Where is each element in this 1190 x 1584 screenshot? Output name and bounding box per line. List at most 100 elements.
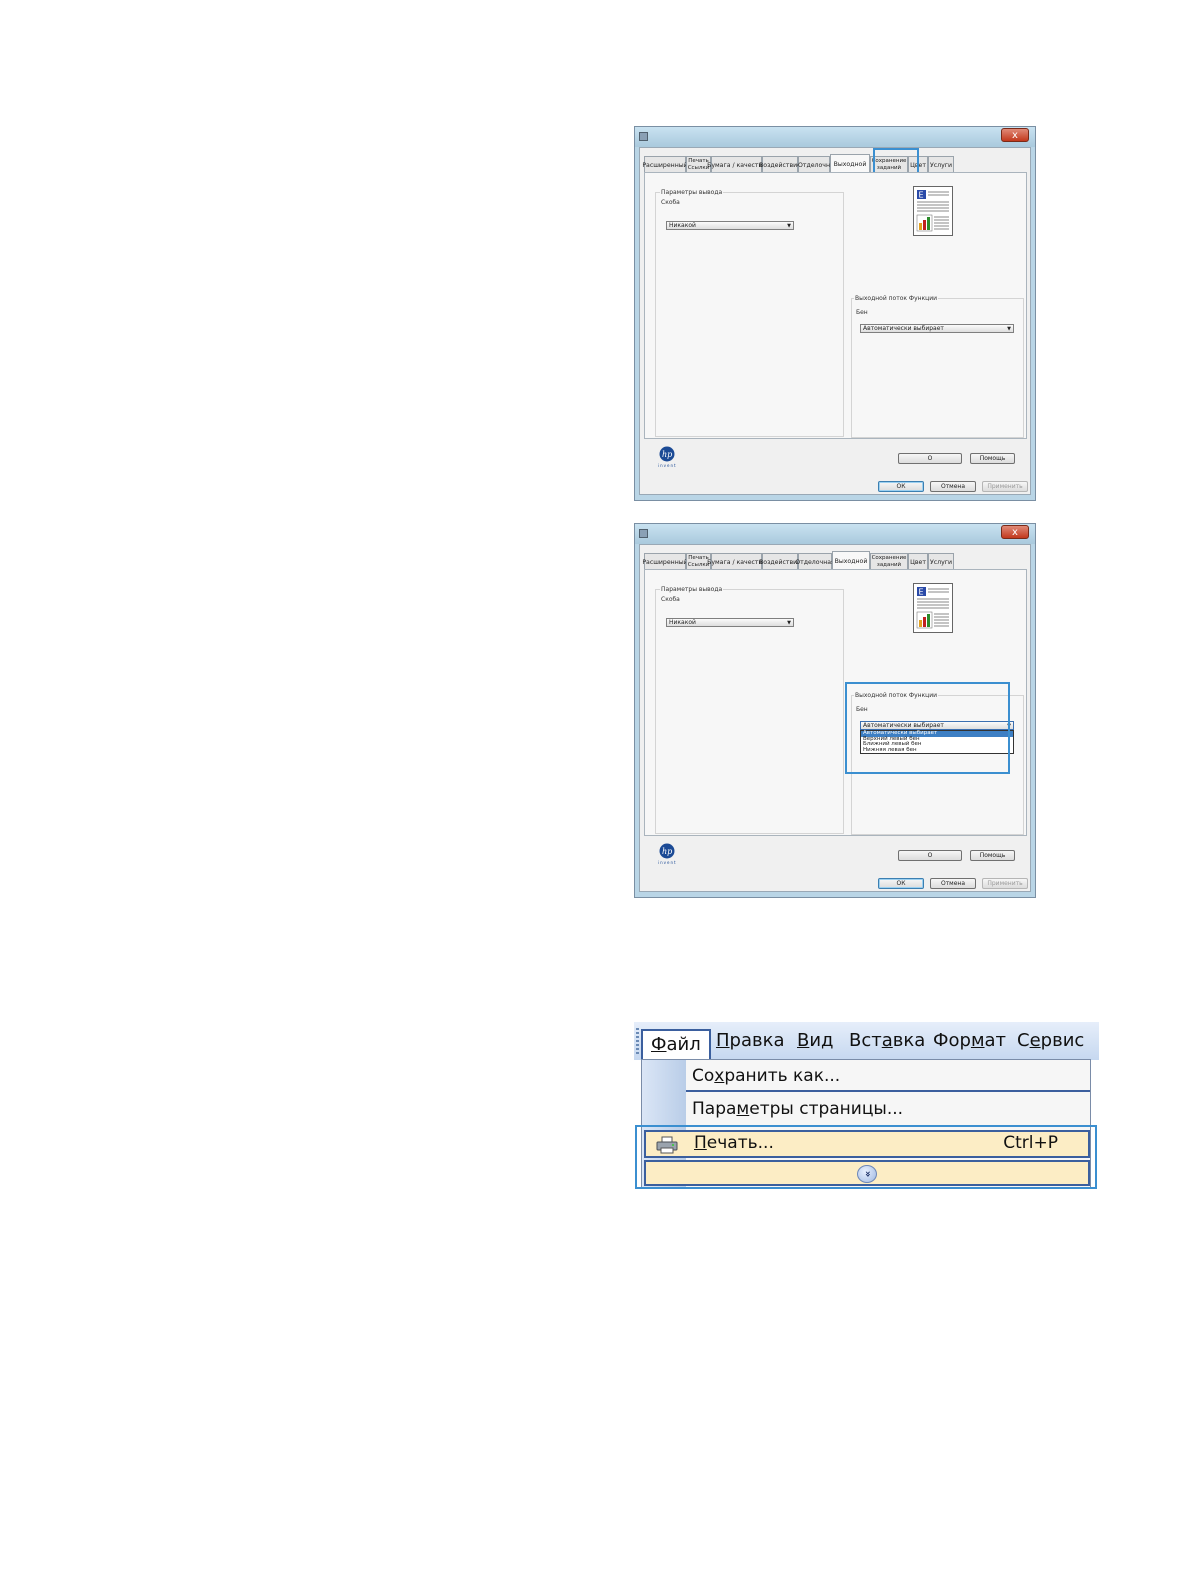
svg-text:E: E — [919, 191, 924, 200]
output-options-group: Параметры вывода Скоба Никакой ▼ — [655, 586, 844, 834]
stream-functions-highlight — [845, 682, 1010, 774]
output-stream-title: Выходной поток Функции — [854, 295, 939, 302]
help-button[interactable]: Помощь — [970, 850, 1015, 861]
tab-advanced[interactable]: Расширенный — [642, 156, 688, 173]
tab-effects[interactable]: Воздействие — [759, 156, 801, 173]
chevron-down-icon: ▼ — [787, 223, 791, 229]
title-bar[interactable]: x — [635, 524, 1035, 544]
save-as-post: ранить как... — [724, 1066, 841, 1086]
staple-value: Никакой — [669, 222, 696, 229]
page-setup-pre: Пара — [692, 1099, 737, 1119]
apply-button[interactable]: Применить — [982, 481, 1028, 492]
menu-format-pre: Фор — [933, 1030, 971, 1051]
bin-value: Автоматически выбирает — [863, 325, 944, 332]
printer-icon — [639, 529, 648, 538]
staple-select[interactable]: Никакой ▼ — [666, 221, 794, 230]
staple-label: Скоба — [661, 596, 680, 603]
menu-item-save-as[interactable]: Сохранить как... — [692, 1066, 840, 1086]
svg-text:E: E — [919, 588, 924, 597]
help-button[interactable]: Помощь — [970, 453, 1015, 464]
tab-finishing[interactable]: Отделочная — [795, 553, 835, 570]
tab-paper-quality[interactable]: Бумага / качество — [707, 156, 766, 173]
menu-tools-pre: С — [1017, 1030, 1030, 1051]
menu-format[interactable]: Формат — [933, 1030, 1006, 1051]
page-setup-accel: м — [736, 1099, 750, 1119]
printer-icon — [639, 132, 648, 141]
page-setup-post: етры страницы... — [749, 1099, 904, 1119]
tab-color[interactable]: Цвет — [908, 553, 928, 570]
apply-button[interactable]: Применить — [982, 878, 1028, 889]
output-tab-page: Параметры вывода Скоба Никакой ▼ E Выход… — [644, 172, 1027, 439]
tab-services[interactable]: Услуги — [928, 553, 954, 570]
output-options-group: Параметры вывода Скоба Никакой ▼ — [655, 189, 844, 437]
ok-button[interactable]: ОК — [878, 878, 924, 889]
menu-view[interactable]: Вид — [797, 1030, 834, 1051]
dialog-client-area: Расширенный Печать Ссылки Бумага / качес… — [639, 544, 1031, 892]
output-options-title: Параметры вывода — [660, 586, 724, 593]
output-tab-page: Параметры вывода Скоба Никакой ▼ E Выход… — [644, 569, 1027, 836]
menu-file-accel: Ф — [651, 1034, 667, 1055]
document-preview-icon: E — [916, 587, 949, 629]
output-options-title: Параметры вывода — [660, 189, 724, 196]
tab-output[interactable]: Выходной — [830, 154, 870, 173]
menu-edit[interactable]: Правка — [716, 1030, 785, 1051]
menu-insert-post: вка — [892, 1030, 926, 1051]
save-as-pre: Со — [692, 1066, 715, 1086]
output-stream-group: Выходной поток Функции Бен Автоматически… — [851, 295, 1024, 438]
cancel-button[interactable]: Отмена — [930, 878, 976, 889]
menu-file[interactable]: Файл — [641, 1029, 711, 1059]
close-button[interactable]: x — [1001, 128, 1029, 142]
close-button[interactable]: x — [1001, 525, 1029, 539]
file-menu-screenshot: Файл Правка Вид Вставка Формат Сервис Со… — [634, 1022, 1099, 1190]
menu-view-accel: В — [797, 1030, 810, 1051]
chevron-down-icon: ▼ — [1007, 326, 1011, 332]
printer-properties-dialog-1: x Расширенный Печать Ссылки Бумага / кач… — [634, 126, 1036, 501]
print-highlight-frame — [635, 1125, 1097, 1189]
menu-edit-label: равка — [729, 1030, 785, 1051]
tab-strip: Расширенный Печать Ссылки Бумага / качес… — [642, 551, 954, 570]
hp-invent-text: invent — [658, 463, 677, 468]
printer-properties-dialog-2: x Расширенный Печать Ссылки Бумага / кач… — [634, 523, 1036, 898]
menu-tools-post: рвис — [1040, 1030, 1085, 1051]
ok-button[interactable]: ОК — [878, 481, 924, 492]
svg-text:hp: hp — [662, 847, 672, 856]
menu-bar: Файл Правка Вид Вставка Формат Сервис — [634, 1022, 1099, 1060]
dialog-client-area: Расширенный Печать Ссылки Бумага / качес… — [639, 147, 1031, 495]
bin-select[interactable]: Автоматически выбирает ▼ — [860, 324, 1014, 333]
tab-job-storage[interactable]: Сохранение заданий — [870, 553, 908, 570]
menu-item-page-setup[interactable]: Параметры страницы... — [692, 1099, 903, 1119]
tab-paper-quality[interactable]: Бумага / качество — [707, 553, 766, 570]
cancel-button[interactable]: Отмена — [930, 481, 976, 492]
menu-format-post: ат — [984, 1030, 1007, 1051]
staple-select[interactable]: Никакой ▼ — [666, 618, 794, 627]
hp-logo: hp invent — [658, 446, 677, 468]
hp-invent-text: invent — [658, 860, 677, 865]
tab-finishing[interactable]: Отделочн — [798, 156, 830, 173]
tab-services[interactable]: Услуги — [928, 156, 954, 173]
tab-advanced[interactable]: Расширенный — [642, 553, 688, 570]
tab-output[interactable]: Выходной — [832, 551, 870, 570]
svg-text:hp: hp — [662, 450, 672, 459]
menu-insert-accel: а — [881, 1030, 893, 1051]
menu-file-label: айл — [666, 1034, 701, 1055]
menubar-grip-handle[interactable] — [636, 1028, 639, 1056]
hp-logo: hp invent — [658, 843, 677, 865]
menu-edit-accel: П — [716, 1030, 730, 1051]
save-as-accel: х — [714, 1066, 725, 1086]
menu-format-accel: м — [970, 1030, 985, 1051]
tab-effects[interactable]: Воздействие — [759, 553, 801, 570]
staple-label: Скоба — [661, 199, 680, 206]
bin-label: Бен — [856, 309, 868, 316]
title-bar[interactable]: x — [635, 127, 1035, 147]
menu-tools-accel: е — [1029, 1030, 1041, 1051]
menu-separator — [686, 1090, 1090, 1092]
about-button[interactable]: О — [898, 453, 962, 464]
about-button[interactable]: О — [898, 850, 962, 861]
document-preview-icon: E — [916, 190, 949, 232]
page-preview-image: E — [913, 186, 953, 236]
menu-view-label: ид — [809, 1030, 834, 1051]
menu-insert[interactable]: Вставка — [849, 1030, 925, 1051]
page-preview-image: E — [913, 583, 953, 633]
chevron-down-icon: ▼ — [787, 620, 791, 626]
menu-tools[interactable]: Сервис — [1017, 1030, 1084, 1051]
